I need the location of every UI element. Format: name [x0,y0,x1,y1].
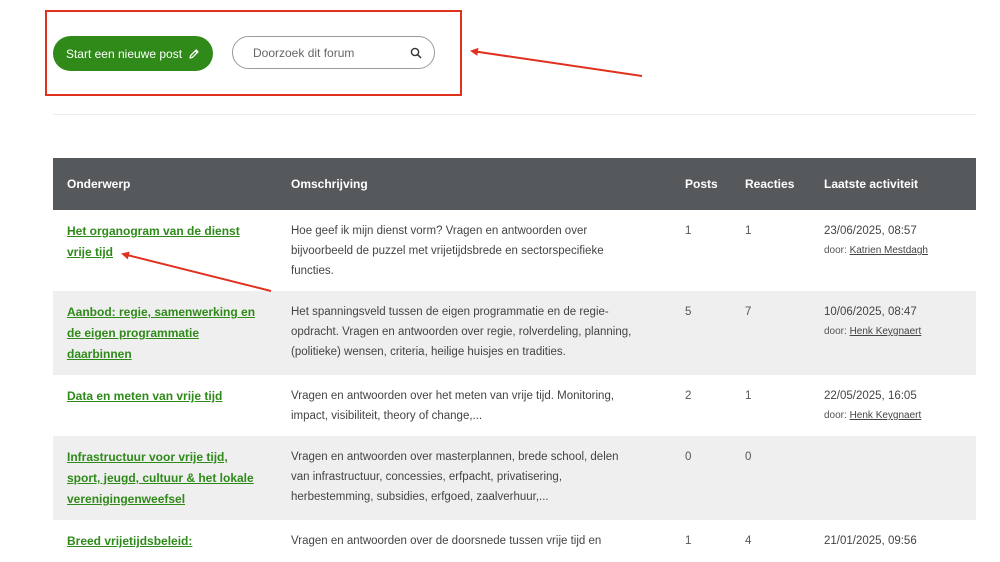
annotation-arrow [121,251,272,292]
topic-link[interactable]: Breed vrijetijdsbeleid: [67,534,192,548]
annotation-arrow [470,47,643,77]
post-count: 1 [685,535,692,547]
last-activity-date: 21/01/2025, 09:56 [824,535,917,547]
reaction-count: 4 [745,535,752,547]
table-row: Breed vrijetijdsbeleid: Vragen en antwoo… [53,520,976,562]
topic-description: Vragen en antwoorden over de doorsnede t… [291,535,602,547]
annotation-arrows [121,47,643,292]
